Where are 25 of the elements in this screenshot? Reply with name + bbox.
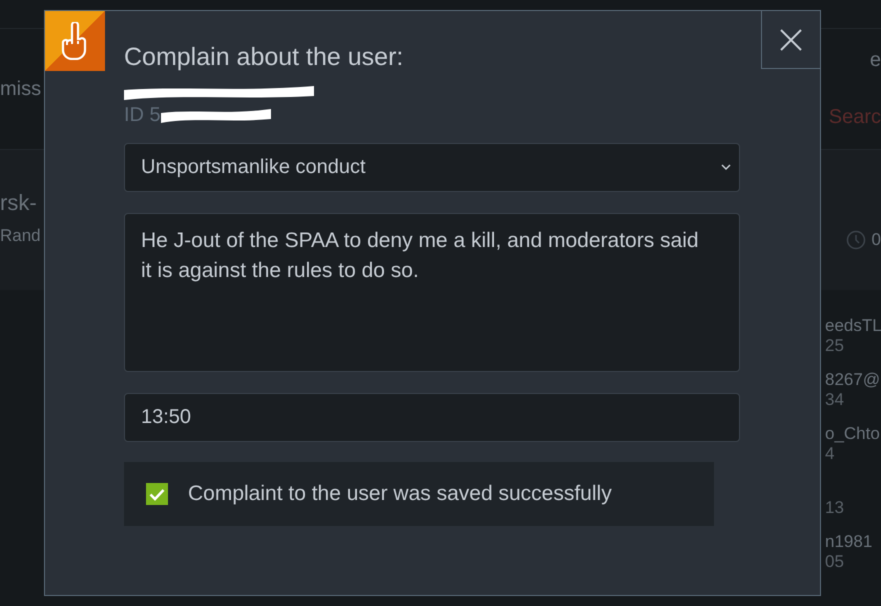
- background-text: Rand: [0, 226, 41, 246]
- player-name: 8267@: [825, 370, 880, 390]
- comment-field[interactable]: He J-out of the SPAA to deny me a kill, and moderators said it is against the rules to do so.: [124, 213, 740, 372]
- player-number: 34: [825, 390, 845, 410]
- close-icon: [780, 28, 802, 50]
- check-icon: [149, 488, 165, 500]
- player-number: 05: [825, 552, 845, 572]
- background-title: rsk-: [0, 190, 38, 216]
- dialog-title: Complain about the user:: [124, 43, 404, 72]
- success-message: Complaint to the user was saved successfully: [188, 482, 612, 506]
- player-name: o_Chto: [825, 424, 880, 444]
- player-name: n1981: [825, 532, 872, 552]
- player-name: eedsTL: [825, 316, 881, 336]
- clock-icon: [846, 230, 866, 250]
- background-text: 0: [872, 230, 881, 250]
- close-button[interactable]: [761, 10, 821, 69]
- reason-select[interactable]: Unsportsmanlike conduct: [124, 143, 740, 192]
- player-number: 25: [825, 336, 845, 356]
- time-field[interactable]: 13:50: [124, 393, 740, 442]
- user-id: ID 5: [124, 104, 161, 127]
- background-text: e: [870, 49, 881, 72]
- background-text: miss: [0, 78, 42, 100]
- chevron-down-icon: [721, 164, 731, 171]
- player-number: 13: [825, 498, 844, 518]
- player-number: 4: [825, 444, 836, 464]
